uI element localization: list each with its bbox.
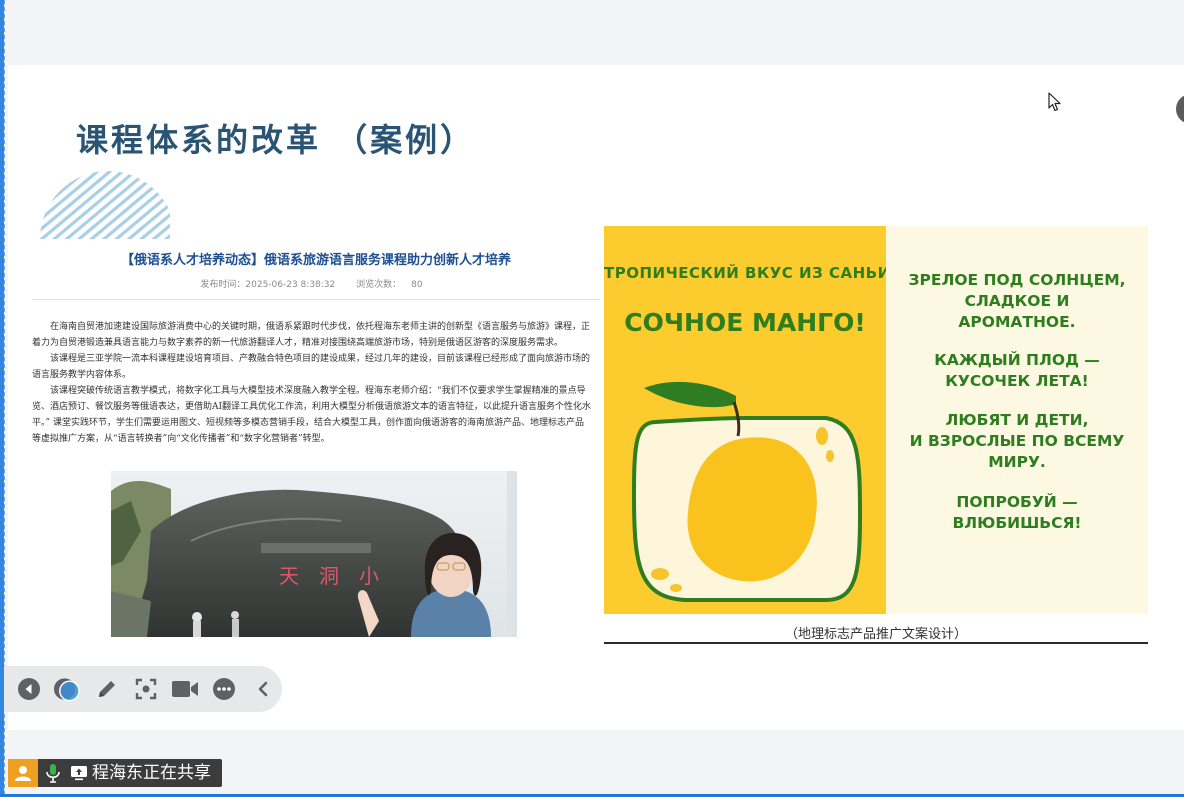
poster-right-panel: ЗРЕЛОЕ ПОД СОЛНЦЕМ, СЛАДКОЕ И АРОМАТНОЕ.… (886, 226, 1148, 614)
article-paragraph: 在海南自贸港加速建设国际旅游消费中心的关键时期，俄语系紧跟时代步伐，依托程海东老… (32, 322, 591, 348)
article-meta: 发布时间：2025-06-23 8:38:32 浏览次数： 80 (32, 277, 600, 290)
mango-illustration (631, 381, 863, 602)
screen-share-status[interactable]: 程海东正在共享 (8, 759, 222, 787)
publish-time: 发布时间：2025-06-23 8:38:32 (200, 280, 336, 290)
video-frame[interactable]: 天洞小 (111, 471, 517, 637)
poster-headline: СОЧНОЕ МАНГО! (624, 308, 866, 337)
views-number: 80 (411, 280, 423, 290)
video-camera-icon[interactable] (170, 675, 199, 704)
poster-kicker: ТРОПИЧЕСКИЙ ВКУС ИЗ САНЬИ (604, 264, 891, 282)
article-divider (32, 299, 600, 300)
microphone-icon[interactable] (38, 759, 68, 787)
caption-underline (604, 642, 1148, 644)
view-count: 浏览次数： 80 (356, 280, 431, 290)
slide-title: 课程体系的改革 （案例） (76, 121, 476, 159)
article-body: 在海南自贸港加速建设国际旅游消费中心的关键时期，俄语系紧跟时代步伐，依托程海东老… (32, 319, 592, 447)
article-paragraph: 该课程是三亚学院一流本科课程建设培育项目、产教融合特色项目的建设成果，经过几年的… (32, 354, 591, 380)
prev-slide-icon[interactable] (14, 675, 43, 704)
decorative-stripes (38, 167, 170, 239)
article-headline: 【俄语系人才培养动态】俄语系旅游语言服务课程助力创新人才培养 (120, 253, 511, 268)
poster-text-block: ЗРЕЛОЕ ПОД СОЛНЦЕМ, СЛАДКОЕ И АРОМАТНОЕ. (908, 271, 1126, 331)
collapse-icon[interactable] (248, 675, 277, 704)
pen-icon[interactable] (92, 675, 121, 704)
presentation-toolbar (4, 666, 282, 712)
screenshot-icon[interactable] (131, 675, 160, 704)
laser-pointer-icon[interactable] (53, 675, 82, 704)
poster-text-block: ПОПРОБУЙ — ВЛЮБИШЬСЯ! (952, 493, 1082, 532)
share-status-text: 程海东正在共享 (92, 763, 211, 783)
mango-poster: ТРОПИЧЕСКИЙ ВКУС ИЗ САНЬИ СОЧНОЕ МАНГО! … (604, 226, 1148, 614)
presentation-slide: 课程体系的改革 （案例） 【俄语系人才培养动态】俄语系旅游语言服务课程助力创新人… (8, 65, 1184, 730)
article-paragraph: 该课程突破传统语言教学模式，将数字化工具与大模型技术深度融入教学全程。程海东老师… (32, 386, 592, 444)
screen-share-icon (68, 759, 90, 787)
poster-text-block: ЛЮБЯТ И ДЕТИ, И ВЗРОСЛЫЕ ПО ВСЕМУ МИРУ. (909, 411, 1125, 471)
scenic-photo: 天洞小 (111, 471, 517, 637)
poster-caption: （地理标志产品推广文案设计） (784, 627, 967, 642)
poster-text-block: КАЖДЫЙ ПЛОД — КУСОЧЕК ЛЕТА! (934, 351, 1100, 390)
views-label: 浏览次数： (356, 280, 402, 290)
poster-left-panel: ТРОПИЧЕСКИЙ ВКУС ИЗ САНЬИ СОЧНОЕ МАНГО! (604, 226, 891, 614)
rock-carving: 天洞小 (279, 564, 399, 588)
more-icon[interactable] (209, 675, 238, 704)
user-icon (8, 759, 38, 787)
mouse-cursor-icon (1048, 92, 1061, 112)
